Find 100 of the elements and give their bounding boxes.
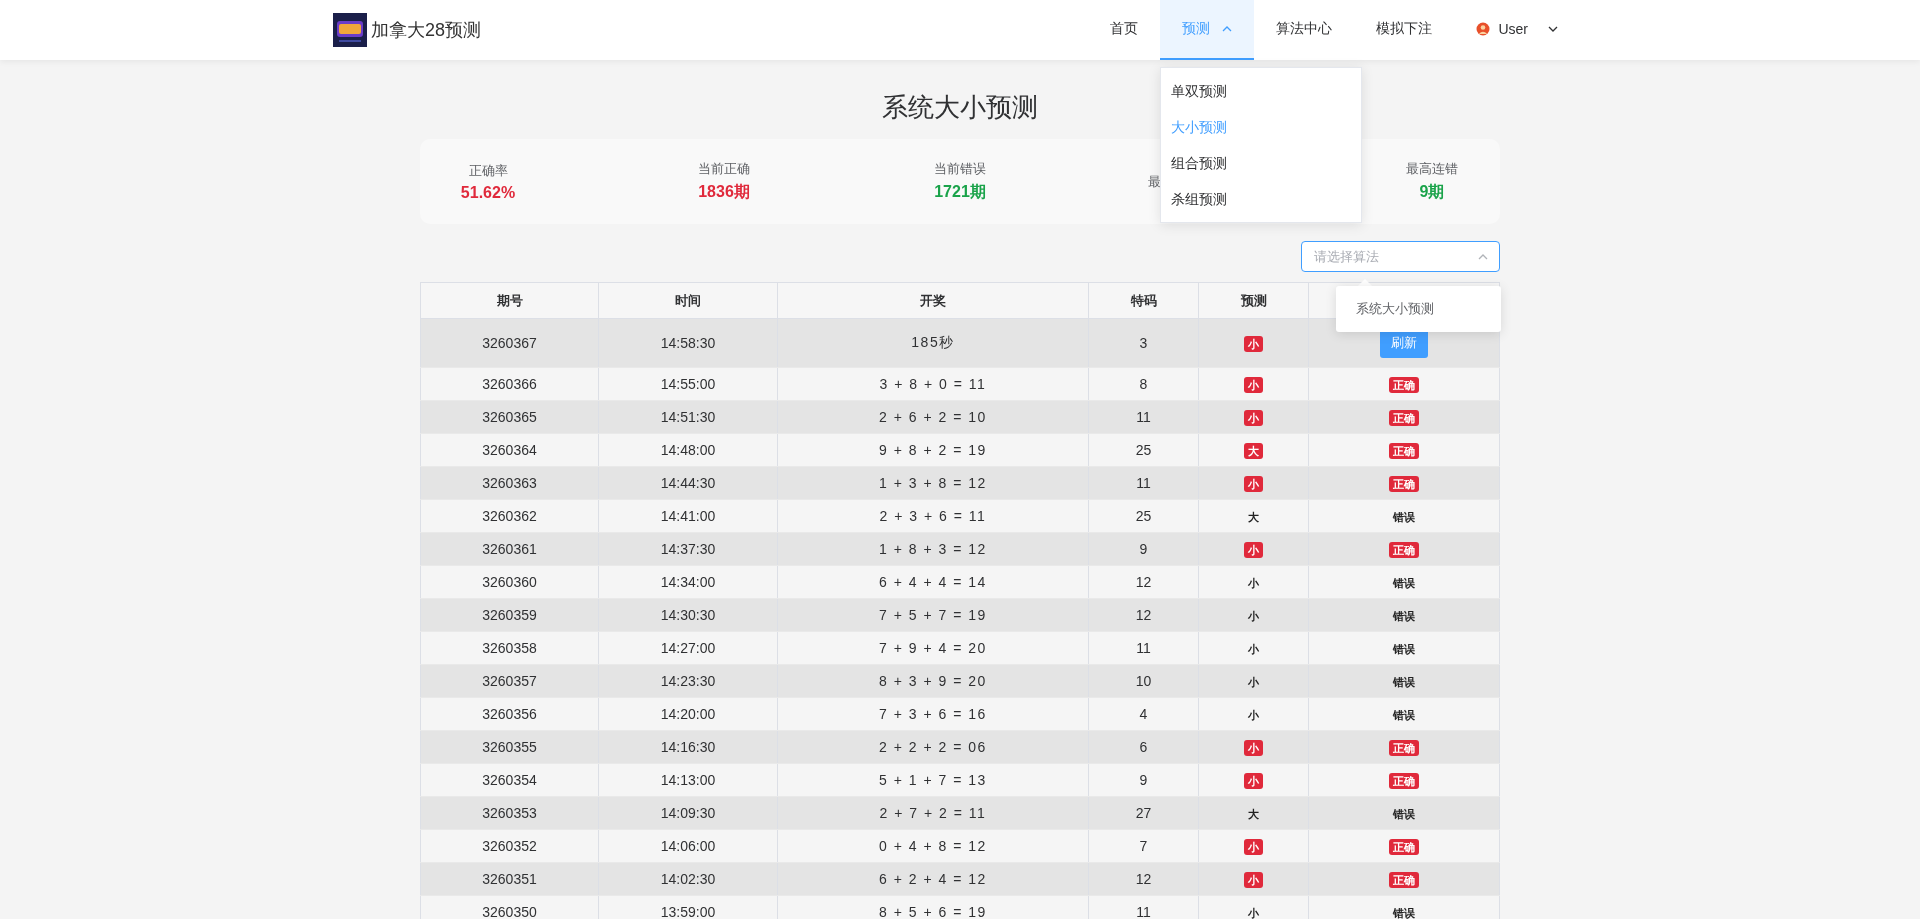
stat-label: 最高连错 — [1406, 160, 1458, 178]
prediction-badge: 小 — [1244, 739, 1263, 756]
table-cell: 14:27:00 — [598, 631, 778, 665]
table-cell: 9 — [1088, 532, 1199, 566]
table-cell: 14:58:30 — [598, 318, 778, 368]
table-cell: 3260360 — [420, 565, 599, 599]
nav-link[interactable]: 模拟下注 — [1354, 0, 1455, 60]
table-cell: 3260353 — [420, 796, 599, 830]
table-cell: 6 + 4 + 4 = 14 — [777, 565, 1089, 599]
user-menu[interactable]: User — [1454, 0, 1580, 60]
table-cell: 14:02:30 — [598, 862, 778, 896]
result-text: 错误 — [1393, 708, 1415, 721]
table-cell: 5 + 1 + 7 = 13 — [777, 763, 1089, 797]
prediction-text: 大 — [1248, 510, 1259, 523]
prediction-text: 小 — [1248, 609, 1259, 622]
result-badge: 正确 — [1389, 442, 1419, 459]
table-cell: 3260354 — [420, 763, 599, 797]
table-cell: 14:44:30 — [598, 466, 778, 500]
stat-value: 1836期 — [698, 182, 750, 202]
table-cell: 25 — [1088, 499, 1199, 533]
table-cell: 27 — [1088, 796, 1199, 830]
menu-item[interactable]: 杀组预测 — [1161, 181, 1362, 217]
avatar-icon — [1476, 22, 1491, 36]
table-cell: 0 + 4 + 8 = 12 — [777, 829, 1089, 863]
table-cell: 3260359 — [420, 598, 599, 632]
table-cell: 14:06:00 — [598, 829, 778, 863]
table-cell: 2 + 2 + 2 = 06 — [777, 730, 1089, 764]
result-text: 错误 — [1393, 609, 1415, 622]
site-title[interactable]: 加拿大28预测 — [371, 18, 482, 42]
result-badge: 正确 — [1389, 409, 1419, 426]
algorithm-select[interactable]: 请选择算法 — [1301, 241, 1500, 272]
column-header: 特码 — [1088, 282, 1199, 319]
table-cell: 14:09:30 — [598, 796, 778, 830]
menu-item[interactable]: 单双预测 — [1161, 73, 1362, 109]
prediction-badge: 小 — [1244, 409, 1263, 426]
table-cell: 3260366 — [420, 367, 599, 401]
chevron-up-icon — [1478, 254, 1488, 260]
table-cell: 11 — [1088, 631, 1199, 665]
table-cell: 3260363 — [420, 466, 599, 500]
column-header: 时间 — [598, 282, 778, 319]
table-cell: 11 — [1088, 895, 1199, 919]
table-cell: 14:48:00 — [598, 433, 778, 467]
table-cell: 3260355 — [420, 730, 599, 764]
chevron-up-icon — [1222, 26, 1233, 32]
table-cell: 12 — [1088, 598, 1199, 632]
nav-link[interactable]: 算法中心 — [1254, 0, 1355, 60]
table-cell: 14:13:00 — [598, 763, 778, 797]
menu-item[interactable]: 组合预测 — [1161, 145, 1362, 181]
table-cell: 8 + 3 + 9 = 20 — [777, 664, 1089, 698]
result-badge: 正确 — [1389, 376, 1419, 393]
table-cell: 3260367 — [420, 318, 599, 368]
prediction-badge: 小 — [1244, 871, 1263, 888]
result-text: 错误 — [1393, 906, 1415, 919]
table-cell: 14:23:30 — [598, 664, 778, 698]
table-cell: 14:51:30 — [598, 400, 778, 434]
table-cell: 10 — [1088, 664, 1199, 698]
table-cell: 1 + 3 + 8 = 12 — [777, 466, 1089, 500]
result-badge: 正确 — [1389, 541, 1419, 558]
result-badge: 正确 — [1389, 838, 1419, 855]
stat-label: 当前错误 — [934, 160, 986, 178]
nav-link[interactable]: 首页 — [1088, 0, 1161, 60]
result-text: 错误 — [1393, 807, 1415, 820]
table-cell: 3260356 — [420, 697, 599, 731]
result-text: 错误 — [1393, 642, 1415, 655]
prediction-text: 大 — [1248, 807, 1259, 820]
table-cell: 3260351 — [420, 862, 599, 896]
table-cell: 11 — [1088, 466, 1199, 500]
prediction-badge: 小 — [1244, 541, 1263, 558]
table-cell: 3260361 — [420, 532, 599, 566]
table-cell: 7 + 5 + 7 = 19 — [777, 598, 1089, 632]
stat-label: 正确率 — [468, 161, 508, 180]
table-cell: 3 — [1088, 318, 1199, 368]
result-badge: 正确 — [1389, 475, 1419, 492]
table-cell: 2 + 3 + 6 = 11 — [777, 499, 1089, 533]
table-cell: 14:30:30 — [598, 598, 778, 632]
table-cell: 3260365 — [420, 400, 599, 434]
table-cell: 7 + 3 + 6 = 16 — [777, 697, 1089, 731]
table-cell: 14:16:30 — [598, 730, 778, 764]
table-cell: 14:20:00 — [598, 697, 778, 731]
prediction-text: 小 — [1248, 906, 1259, 919]
logo-icon — [333, 13, 367, 47]
table-cell: 6 + 2 + 4 = 12 — [777, 862, 1089, 896]
table-cell: 185秒 — [777, 318, 1089, 368]
prediction-badge: 小 — [1244, 772, 1263, 789]
select-option[interactable]: 系统大小预测 — [1336, 292, 1501, 326]
stat-label: 当前正确 — [698, 160, 750, 178]
table-cell: 6 — [1088, 730, 1199, 764]
table-cell: 14:55:00 — [598, 367, 778, 401]
table-cell: 2 + 6 + 2 = 10 — [777, 400, 1089, 434]
table-cell: 12 — [1088, 565, 1199, 599]
stat-value: 9期 — [1419, 182, 1445, 202]
table-cell: 2 + 7 + 2 = 11 — [777, 796, 1089, 830]
stat-value: 1721期 — [934, 182, 986, 202]
table-cell: 8 — [1088, 367, 1199, 401]
table-cell: 14:34:00 — [598, 565, 778, 599]
table-cell: 12 — [1088, 862, 1199, 896]
prediction-badge: 小 — [1244, 335, 1263, 352]
table-cell: 9 — [1088, 763, 1199, 797]
table-cell: 14:37:30 — [598, 532, 778, 566]
table-cell: 9 + 8 + 2 = 19 — [777, 433, 1089, 467]
